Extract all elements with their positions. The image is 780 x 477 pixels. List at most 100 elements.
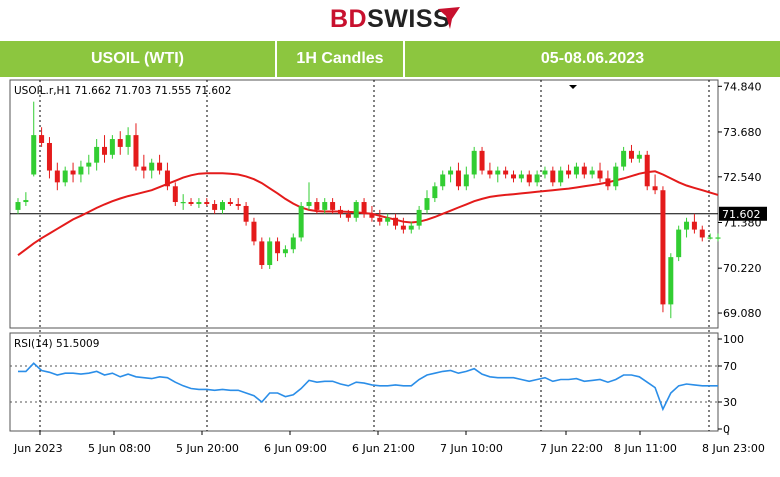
candle-body bbox=[416, 209, 422, 226]
candle-body bbox=[487, 170, 493, 175]
x-tick-label: 7 Jun 10:00 bbox=[440, 442, 503, 455]
candle-body bbox=[15, 202, 21, 210]
candle-body bbox=[196, 202, 202, 204]
y-tick-label: 69.080 bbox=[723, 307, 762, 320]
candle bbox=[251, 217, 257, 246]
rsi-panel-title: RSI(14) 51.5009 bbox=[14, 338, 99, 350]
candle-body bbox=[605, 178, 611, 187]
candle-body bbox=[652, 186, 658, 191]
x-tick-label: 8 Jun 11:00 bbox=[614, 442, 677, 455]
y-tick-label: 70.220 bbox=[723, 262, 762, 275]
candle-body bbox=[471, 150, 477, 175]
candle-body bbox=[259, 241, 265, 266]
candle-body bbox=[133, 135, 139, 167]
candle-body bbox=[219, 202, 225, 210]
candle-body bbox=[157, 162, 163, 171]
candle-body bbox=[668, 257, 674, 305]
candle-body bbox=[125, 135, 131, 147]
chart-header-bar: USOIL (WTI) 1H Candles 05-08.06.2023 bbox=[0, 41, 780, 77]
candle-body bbox=[314, 202, 320, 210]
candle-body bbox=[298, 205, 304, 238]
candle-body bbox=[589, 170, 595, 175]
candle-body bbox=[188, 202, 194, 204]
candle-body bbox=[275, 241, 281, 254]
symbol-label: USOIL (WTI) bbox=[0, 41, 277, 77]
candle-body bbox=[621, 150, 627, 167]
candle-body bbox=[330, 202, 336, 210]
x-tick-label: 5 Jun 20:00 bbox=[176, 442, 239, 455]
rsi-y-tick-label: 100 bbox=[723, 333, 744, 346]
candle-body bbox=[644, 154, 650, 187]
x-tick-label: Jun 2023 bbox=[13, 442, 63, 455]
timeframe-label: 1H Candles bbox=[277, 41, 405, 77]
candle-body bbox=[684, 221, 690, 230]
bdswiss-logo: BDSWISS bbox=[0, 0, 780, 40]
candle-body bbox=[227, 202, 233, 204]
candle-body bbox=[691, 221, 697, 230]
candle-body bbox=[597, 170, 603, 179]
candle-body bbox=[613, 166, 619, 187]
candle-body bbox=[235, 204, 241, 206]
candle-body bbox=[306, 202, 312, 206]
candle-body bbox=[94, 146, 100, 163]
candle-body bbox=[463, 174, 469, 187]
candle-body bbox=[440, 174, 446, 187]
candle bbox=[676, 225, 682, 262]
x-tick-label: 7 Jun 22:00 bbox=[540, 442, 603, 455]
candle-body bbox=[117, 139, 123, 147]
candle-body bbox=[102, 146, 108, 155]
flag-icon bbox=[438, 7, 460, 29]
candle-body bbox=[39, 135, 45, 143]
candle-body bbox=[495, 170, 501, 175]
candle-body bbox=[243, 205, 249, 222]
candle-body bbox=[676, 229, 682, 258]
candle-body bbox=[54, 170, 60, 183]
candle-body bbox=[109, 139, 115, 155]
candle-body bbox=[337, 209, 343, 214]
candle-body bbox=[518, 174, 524, 179]
candle-body bbox=[542, 170, 548, 175]
candle-body bbox=[573, 166, 579, 175]
candle-body bbox=[581, 166, 587, 175]
candle-body bbox=[164, 170, 170, 187]
x-tick-label: 5 Jun 08:00 bbox=[88, 442, 151, 455]
candle-body bbox=[385, 217, 391, 222]
candle-body bbox=[361, 202, 367, 214]
candle-body bbox=[377, 217, 383, 222]
price-panel-title: USOIL.r,H1 71.662 71.703 71.555 71.602 bbox=[14, 85, 231, 97]
candle bbox=[660, 186, 666, 313]
candle-body bbox=[204, 202, 210, 204]
candle-body bbox=[369, 213, 375, 218]
candle-body bbox=[251, 221, 257, 242]
candle-body bbox=[290, 237, 296, 250]
candle-body bbox=[408, 225, 414, 230]
candle-body bbox=[400, 225, 406, 230]
candle-body bbox=[267, 241, 273, 266]
candle-body bbox=[628, 150, 634, 159]
candle-body bbox=[70, 170, 76, 175]
candle-body bbox=[78, 166, 84, 175]
candle bbox=[471, 146, 477, 179]
candle-body bbox=[534, 174, 540, 183]
x-tick-label: 8 Jun 23:00 bbox=[702, 442, 765, 455]
candle-body bbox=[424, 198, 430, 210]
candle-body bbox=[62, 170, 68, 183]
date-range-label: 05-08.06.2023 bbox=[540, 50, 645, 67]
candle-body bbox=[503, 170, 509, 175]
y-tick-label: 72.540 bbox=[723, 171, 762, 184]
candle-body bbox=[566, 170, 572, 175]
candle-body bbox=[393, 217, 399, 226]
candle bbox=[613, 162, 619, 191]
candle-body bbox=[715, 237, 721, 239]
rsi-y-tick-label: 0 bbox=[723, 423, 730, 436]
brand-wordmark: BDSWISS bbox=[330, 5, 451, 33]
candle-body bbox=[526, 174, 532, 183]
candle-body bbox=[86, 162, 92, 167]
candle bbox=[267, 237, 273, 269]
candle bbox=[644, 150, 650, 191]
candle-body bbox=[322, 202, 328, 210]
candle bbox=[479, 146, 485, 175]
candle-body bbox=[636, 154, 642, 159]
candle-body bbox=[479, 150, 485, 171]
candle-body bbox=[345, 213, 351, 218]
